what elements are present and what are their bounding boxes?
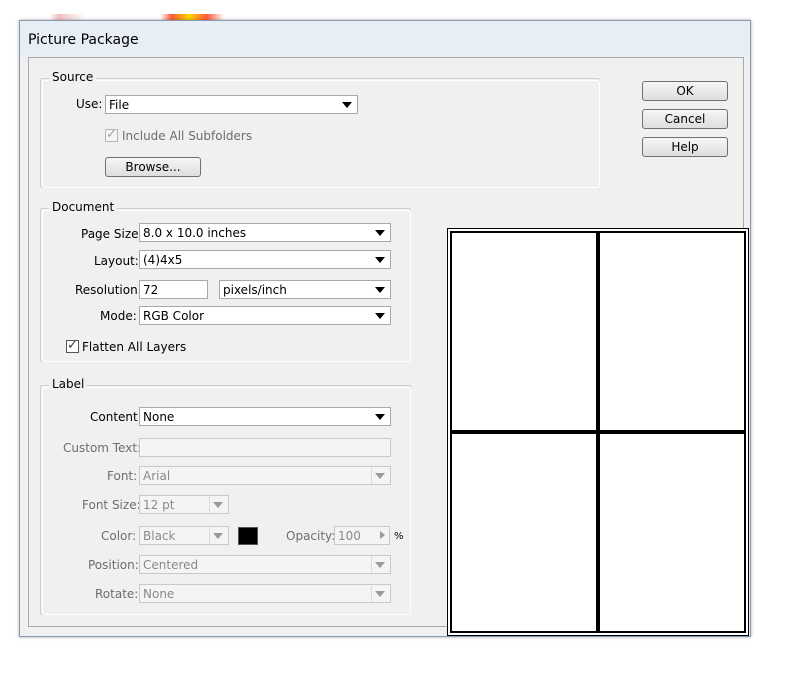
use-label: Use:	[76, 97, 103, 111]
resolution-input[interactable]: 72	[139, 280, 208, 299]
opacity-value: 100	[338, 529, 361, 543]
chevron-down-icon	[213, 502, 223, 508]
preview-cell[interactable]	[450, 231, 598, 432]
color-label: Color:	[101, 529, 137, 543]
chevron-down-icon	[375, 473, 385, 479]
label-legend: Label	[49, 377, 88, 391]
ok-button[interactable]: OK	[642, 81, 728, 101]
position-label: Position:	[88, 558, 139, 572]
include-subfolders-checkbox[interactable]: ✓	[105, 127, 118, 142]
resolution-label: Resolution:	[75, 283, 142, 297]
font-size-label: Font Size:	[82, 498, 141, 512]
cancel-button[interactable]: Cancel	[642, 109, 728, 129]
color-swatch[interactable]	[238, 527, 258, 545]
mode-label: Mode:	[100, 309, 137, 323]
chevron-down-icon	[375, 230, 385, 236]
font-dropdown[interactable]: Arial	[139, 466, 391, 485]
content-value: None	[143, 410, 175, 424]
layout-preview[interactable]	[447, 228, 749, 636]
mode-dropdown[interactable]: RGB Color	[139, 306, 391, 325]
chevron-down-icon	[342, 102, 352, 108]
page-size-value: 8.0 x 10.0 inches	[143, 226, 247, 240]
chevron-down-icon	[375, 257, 385, 263]
use-dropdown[interactable]: File	[105, 95, 358, 114]
browse-button[interactable]: Browse...	[105, 157, 201, 177]
resolution-unit-dropdown[interactable]: pixels/inch	[219, 280, 391, 299]
document-group: Document Page Size: 8.0 x 10.0 inches La…	[40, 200, 411, 362]
label-group: Label Content: None Custom Text: Font: A…	[40, 377, 411, 615]
opacity-input[interactable]: 100	[334, 526, 390, 545]
font-size-dropdown[interactable]: 12 pt	[139, 495, 229, 514]
font-label: Font:	[107, 469, 138, 483]
checkmark-icon: ✓	[67, 338, 78, 353]
font-value: Arial	[143, 469, 171, 483]
dialog-title: Picture Package	[28, 32, 139, 48]
source-group: Source Use: File ✓ Include All Subfolder…	[40, 70, 600, 188]
layout-dropdown[interactable]: (4)4x5	[139, 250, 391, 269]
chevron-down-icon	[375, 591, 385, 597]
page-size-label: Page Size:	[81, 227, 143, 241]
rotate-label: Rotate:	[95, 587, 139, 601]
chevron-down-icon	[375, 562, 385, 568]
flatten-layers-checkbox[interactable]: ✓	[66, 338, 79, 353]
dialog-content: Source Use: File ✓ Include All Subfolder…	[28, 57, 749, 636]
rotate-dropdown[interactable]: None	[139, 584, 391, 603]
preview-cell[interactable]	[450, 432, 598, 633]
custom-text-label: Custom Text:	[63, 441, 142, 455]
spinner-arrow-icon[interactable]	[380, 531, 385, 539]
opacity-label: Opacity:	[286, 529, 336, 543]
include-subfolders-label: Include All Subfolders	[122, 129, 253, 143]
page-size-dropdown[interactable]: 8.0 x 10.0 inches	[139, 223, 391, 242]
mode-value: RGB Color	[143, 309, 205, 323]
position-value: Centered	[143, 558, 199, 572]
preview-cell[interactable]	[598, 231, 746, 432]
color-dropdown[interactable]: Black	[139, 526, 229, 545]
rotate-value: None	[143, 587, 175, 601]
layout-label: Layout:	[94, 254, 139, 268]
font-size-value: 12 pt	[143, 498, 175, 512]
picture-package-dialog: Picture Package Source Use: File ✓ Inclu…	[19, 20, 751, 637]
title-bar[interactable]: Picture Package	[20, 21, 750, 57]
document-legend: Document	[49, 200, 118, 214]
flatten-layers-label: Flatten All Layers	[82, 340, 187, 354]
layout-value: (4)4x5	[143, 253, 183, 267]
custom-text-input[interactable]	[139, 438, 391, 457]
preview-cell[interactable]	[598, 432, 746, 633]
checkmark-icon: ✓	[106, 127, 117, 142]
resolution-unit-value: pixels/inch	[223, 283, 287, 297]
source-legend: Source	[49, 70, 97, 84]
content-dropdown[interactable]: None	[139, 407, 391, 426]
help-button[interactable]: Help	[642, 137, 728, 157]
use-value: File	[109, 98, 130, 112]
chevron-down-icon	[213, 533, 223, 539]
content-label: Content:	[90, 410, 142, 424]
chevron-down-icon	[375, 287, 385, 293]
position-dropdown[interactable]: Centered	[139, 555, 391, 574]
color-value: Black	[143, 529, 176, 543]
chevron-down-icon	[375, 313, 385, 319]
resolution-value: 72	[143, 283, 159, 297]
opacity-unit: %	[394, 531, 404, 542]
chevron-down-icon	[375, 414, 385, 420]
